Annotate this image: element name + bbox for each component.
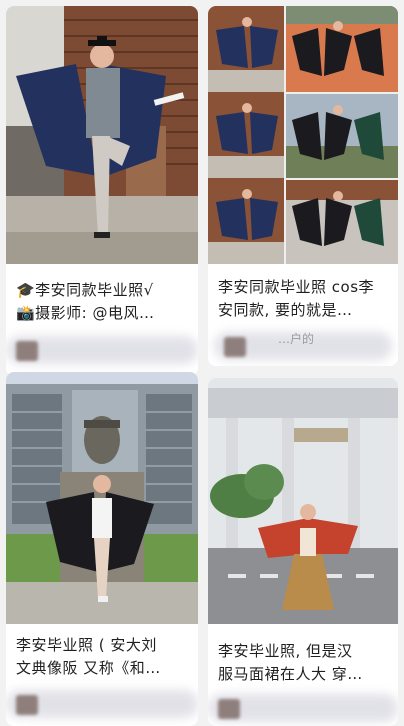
card-3-title-line-1: 李安毕业照 ( 安大刘 [16, 636, 157, 654]
card-3-title[interactable]: 李安毕业照 ( 安大刘 文典像阪 又称《和… [16, 634, 190, 680]
card-2-title-line-1: 李安同款毕业照 cos李 [218, 278, 375, 296]
card-3-photo[interactable] [6, 372, 198, 624]
feed-card-3[interactable]: 李安毕业照 ( 安大刘 文典像阪 又称《和… [6, 372, 198, 726]
author-avatar [218, 699, 240, 719]
feed-card-2[interactable]: 李安同款毕业照 cos李 安同款, 要的就是… …户的 [208, 6, 398, 366]
card-1-photo[interactable] [6, 6, 198, 264]
card-4-photo[interactable] [208, 378, 398, 624]
author-name-partial: …户的 [278, 332, 315, 346]
card-4-author[interactable] [208, 694, 398, 722]
card-1-title-line-2: 📸摄影师: @电风… [16, 304, 155, 322]
card-2-title[interactable]: 李安同款毕业照 cos李 安同款, 要的就是… [218, 276, 390, 322]
graduation-photo-tower [6, 6, 198, 264]
graduation-photo-collage [208, 6, 398, 264]
card-4-title[interactable]: 李安毕业照, 但是汉 服马面裙在人大 穿… [218, 640, 390, 686]
card-3-author[interactable] [6, 690, 198, 718]
card-2-author[interactable]: …户的 [214, 332, 392, 360]
card-4-title-line-1: 李安毕业照, 但是汉 [218, 642, 353, 660]
card-2-photo-collage[interactable] [208, 6, 398, 264]
graduation-photo-statue [6, 372, 198, 624]
card-1-title-line-1: 🎓李安同款毕业照√ [16, 281, 154, 299]
card-1-author[interactable] [6, 336, 198, 364]
graduation-photo-hanfu [208, 378, 398, 624]
card-2-title-line-2: 安同款, 要的就是… [218, 301, 353, 319]
feed-card-4[interactable]: 李安毕业照, 但是汉 服马面裙在人大 穿… [208, 378, 398, 726]
feed-card-1[interactable]: 🎓李安同款毕业照√ 📸摄影师: @电风… [6, 6, 198, 376]
card-1-title[interactable]: 🎓李安同款毕业照√ 📸摄影师: @电风… [16, 279, 190, 325]
author-avatar [224, 337, 246, 357]
card-4-title-line-2: 服马面裙在人大 穿… [218, 665, 363, 683]
author-avatar [16, 341, 38, 361]
author-avatar [16, 695, 38, 715]
card-3-title-line-2: 文典像阪 又称《和… [16, 659, 161, 677]
